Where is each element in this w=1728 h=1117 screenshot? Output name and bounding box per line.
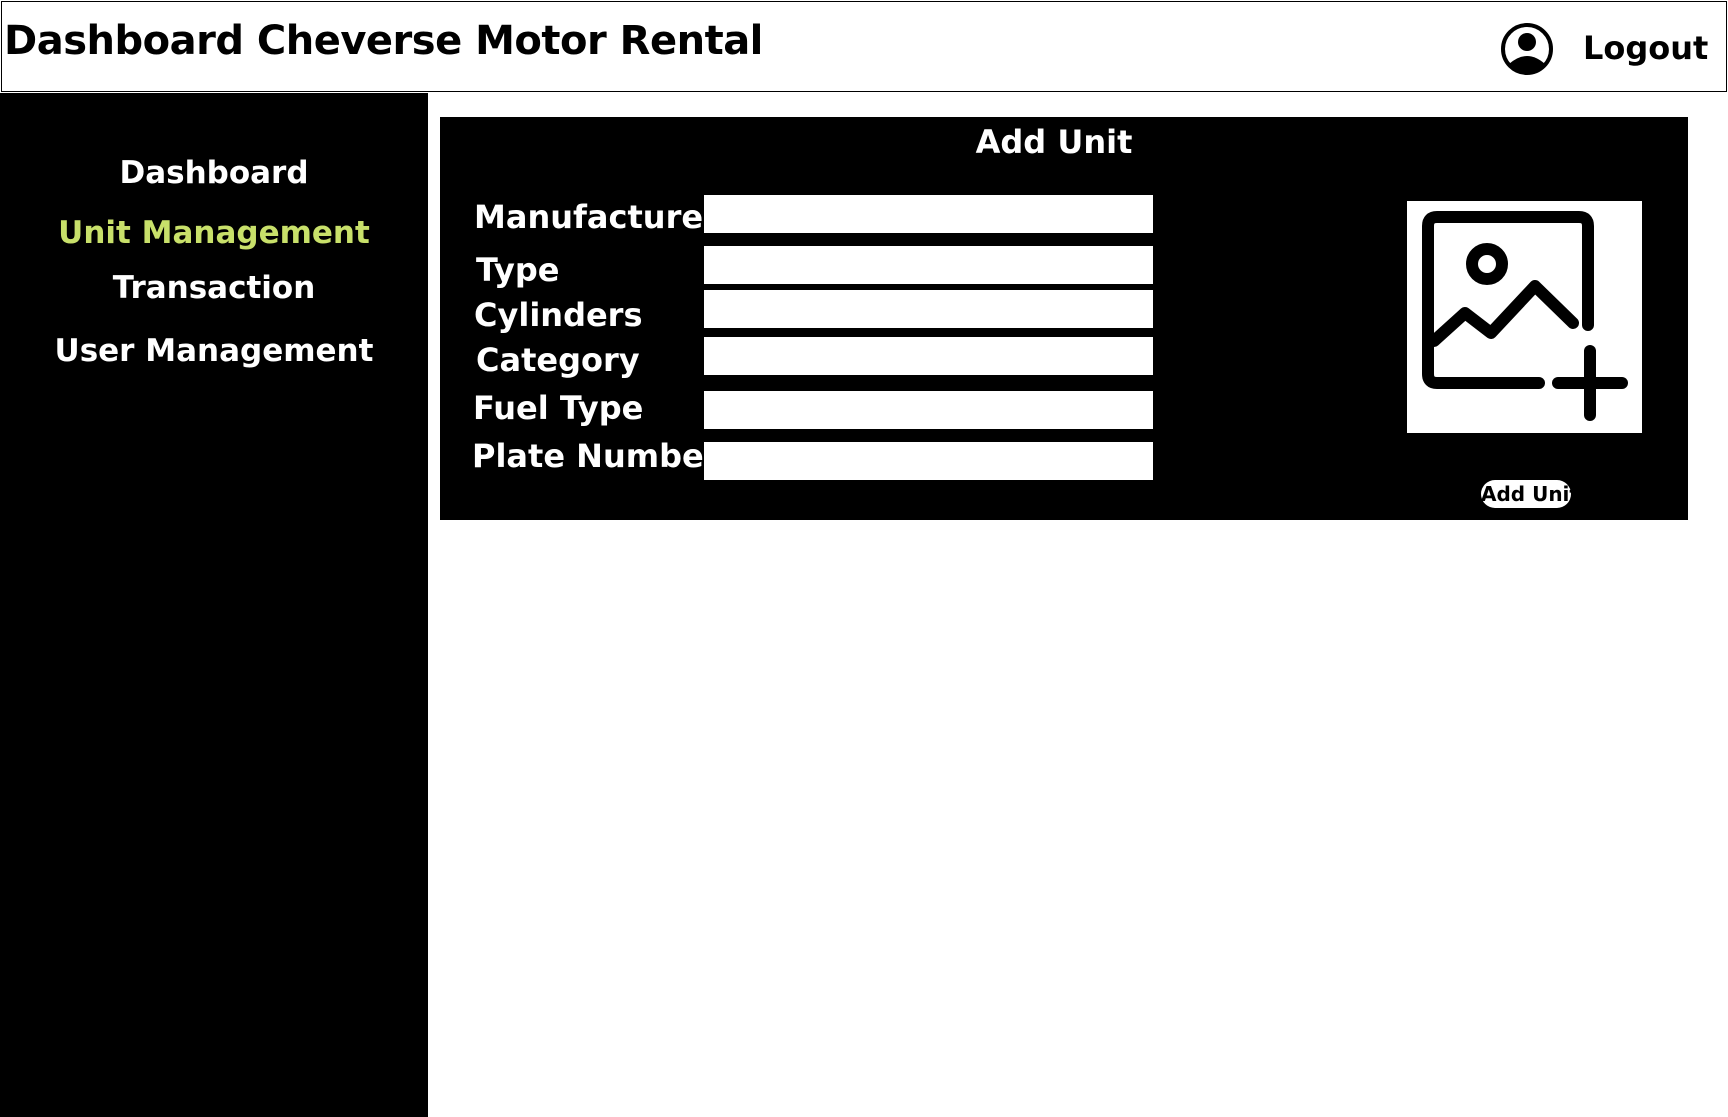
plate-number-field[interactable] [704,442,1153,480]
image-upload-box[interactable] [1407,201,1642,433]
add-unit-panel: Add Unit Manufacturer Type Cylinders Cat… [440,117,1688,520]
plate-number-label: Plate Number [472,437,720,475]
category-label: Category [476,341,640,379]
page-title: Dashboard Cheverse Motor Rental [4,18,763,64]
logout-link[interactable]: Logout [1583,29,1708,67]
sidebar-item-user-management[interactable]: User Management [0,333,428,369]
cylinders-label: Cylinders [474,296,643,334]
sidebar-item-transaction[interactable]: Transaction [0,270,428,306]
manufacturer-field[interactable] [704,195,1153,233]
fuel-type-label: Fuel Type [473,389,644,427]
sidebar-item-unit-management[interactable]: Unit Management [0,215,428,251]
sidebar: Dashboard Unit Management Transaction Us… [0,93,428,1117]
fuel-type-field[interactable] [704,391,1153,429]
panel-title: Add Unit [975,123,1133,161]
manufacturer-label: Manufacturer [474,198,719,236]
category-field[interactable] [704,337,1153,375]
add-image-icon [1422,211,1628,421]
user-circle-icon[interactable] [1500,22,1554,76]
type-label: Type [476,251,560,289]
sidebar-item-dashboard[interactable]: Dashboard [0,155,428,191]
add-unit-button[interactable]: Add Unit [1481,480,1579,508]
top-header: Dashboard Cheverse Motor Rental Logout [1,1,1727,92]
cylinders-field[interactable] [704,290,1153,328]
type-field[interactable] [704,246,1153,284]
